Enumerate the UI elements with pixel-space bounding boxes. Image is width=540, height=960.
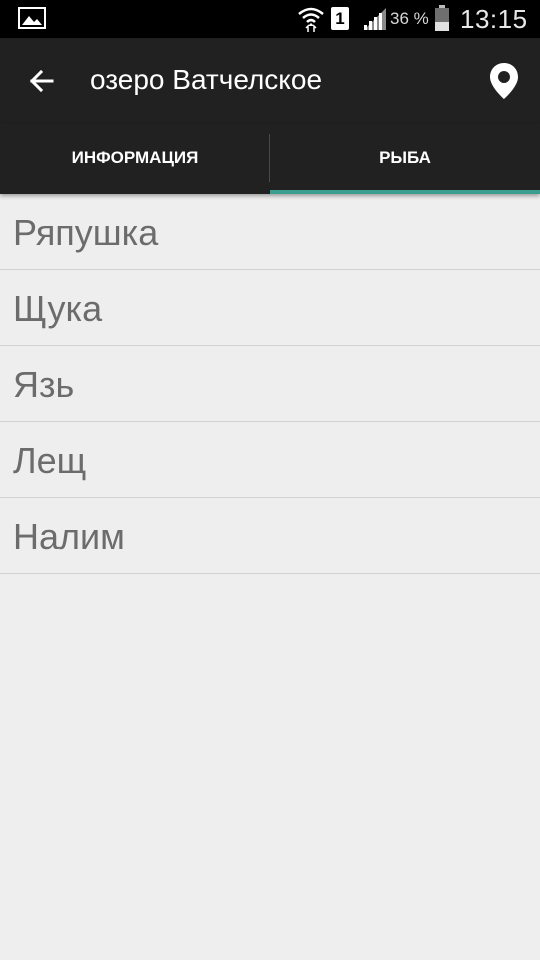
list-item[interactable]: Щука [0,270,540,346]
list-item[interactable]: Ряпушка [0,194,540,270]
page-title: озеро Ватчелское [90,64,323,95]
image-icon [18,7,46,34]
battery-percent: 36 % [390,9,429,28]
status-time: 13:15 [460,4,528,34]
location-button[interactable] [480,56,528,104]
signal-icon [363,8,387,35]
back-button[interactable] [16,58,68,104]
tab-bar: ИНФОРМАЦИЯ РЫБА [0,124,540,194]
arrow-left-icon [29,69,54,93]
app-toolbar: озеро Ватчелское [0,38,540,124]
list-item[interactable]: Язь [0,346,540,422]
tab-information[interactable]: ИНФОРМАЦИЯ [0,124,270,194]
list-item[interactable]: Лещ [0,422,540,498]
battery-icon [434,5,450,36]
wifi-icon [297,5,325,38]
tab-fish[interactable]: РЫБА [270,124,540,194]
sim-icon: 1 [331,7,349,30]
list-item[interactable]: Налим [0,498,540,574]
fish-list: Ряпушка Щука Язь Лещ Налим [0,194,540,574]
location-pin-icon [490,63,518,99]
status-bar: 1 36 % 13:15 [0,0,540,38]
